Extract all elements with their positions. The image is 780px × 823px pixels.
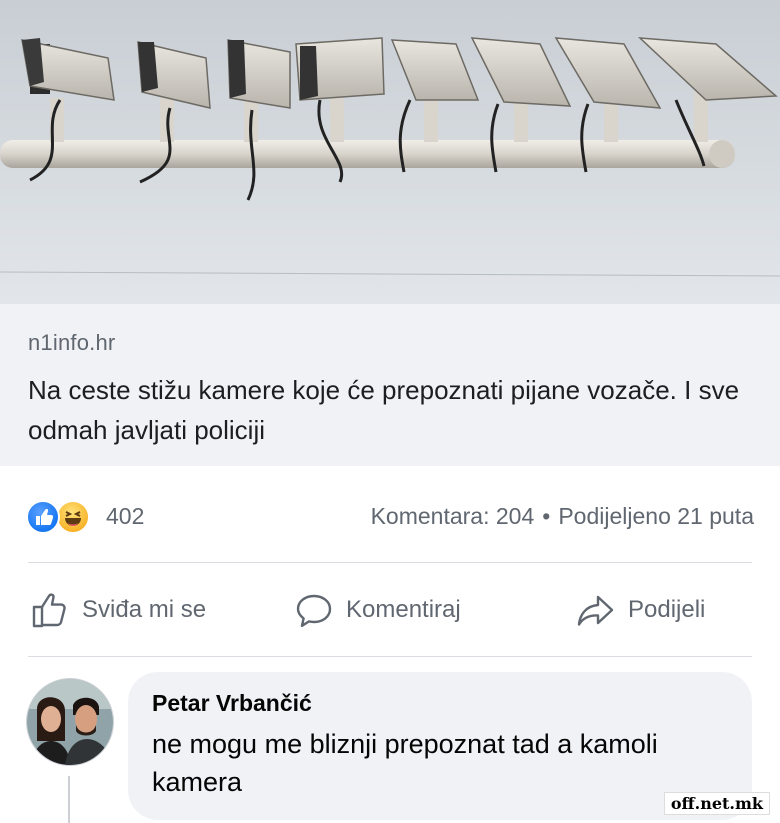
camera xyxy=(227,39,291,201)
thread-line xyxy=(68,776,70,823)
link-domain: n1info.hr xyxy=(28,330,116,355)
separator-dot: • xyxy=(542,503,551,529)
comment-button[interactable]: Komentiraj xyxy=(292,588,461,632)
speech-bubble-icon xyxy=(292,588,336,632)
like-button-label: Sviđa mi se xyxy=(82,596,207,623)
divider xyxy=(28,656,752,657)
share-button-label: Podijeli xyxy=(628,596,706,623)
reaction-icons[interactable] xyxy=(26,500,98,534)
post-stats-row: 402 Komentara: 204 • Podijeljeno 21 puta xyxy=(0,488,780,544)
like-button[interactable]: Sviđa mi se xyxy=(28,588,206,632)
like-reaction-icon xyxy=(26,500,60,534)
reaction-count[interactable]: 402 xyxy=(106,503,144,530)
engagement-counts: Komentara: 204 • Podijeljeno 21 puta xyxy=(371,503,754,530)
comments-count[interactable]: Komentara: 204 xyxy=(371,503,535,529)
comment-text: ne mogu me bliznji prepoznat tad a kamol… xyxy=(152,729,658,797)
link-preview-caption[interactable]: n1info.hr Na ceste stižu kamere koje će … xyxy=(0,304,780,466)
comment-button-label: Komentiraj xyxy=(346,596,461,623)
divider xyxy=(28,562,752,563)
camera-pole xyxy=(0,140,735,168)
link-title[interactable]: Na ceste stižu kamere koje će prepoznati… xyxy=(28,370,752,450)
thumbs-up-icon xyxy=(28,588,72,632)
post-action-bar: Sviđa mi se Komentiraj Podijeli xyxy=(0,572,780,650)
haha-reaction-icon xyxy=(56,500,90,534)
surveillance-cameras-photo xyxy=(0,37,780,277)
share-arrow-icon xyxy=(574,588,618,632)
avatar[interactable] xyxy=(26,678,114,766)
shares-count[interactable]: Podijeljeno 21 puta xyxy=(558,503,754,529)
share-button[interactable]: Podijeli xyxy=(574,588,705,632)
link-preview-image[interactable] xyxy=(0,0,780,304)
comment-bubble: Petar Vrbančić ne mogu me bliznji prepoz… xyxy=(128,672,752,820)
comment-author[interactable]: Petar Vrbančić xyxy=(152,690,728,717)
watermark: off.net.mk xyxy=(663,792,770,815)
